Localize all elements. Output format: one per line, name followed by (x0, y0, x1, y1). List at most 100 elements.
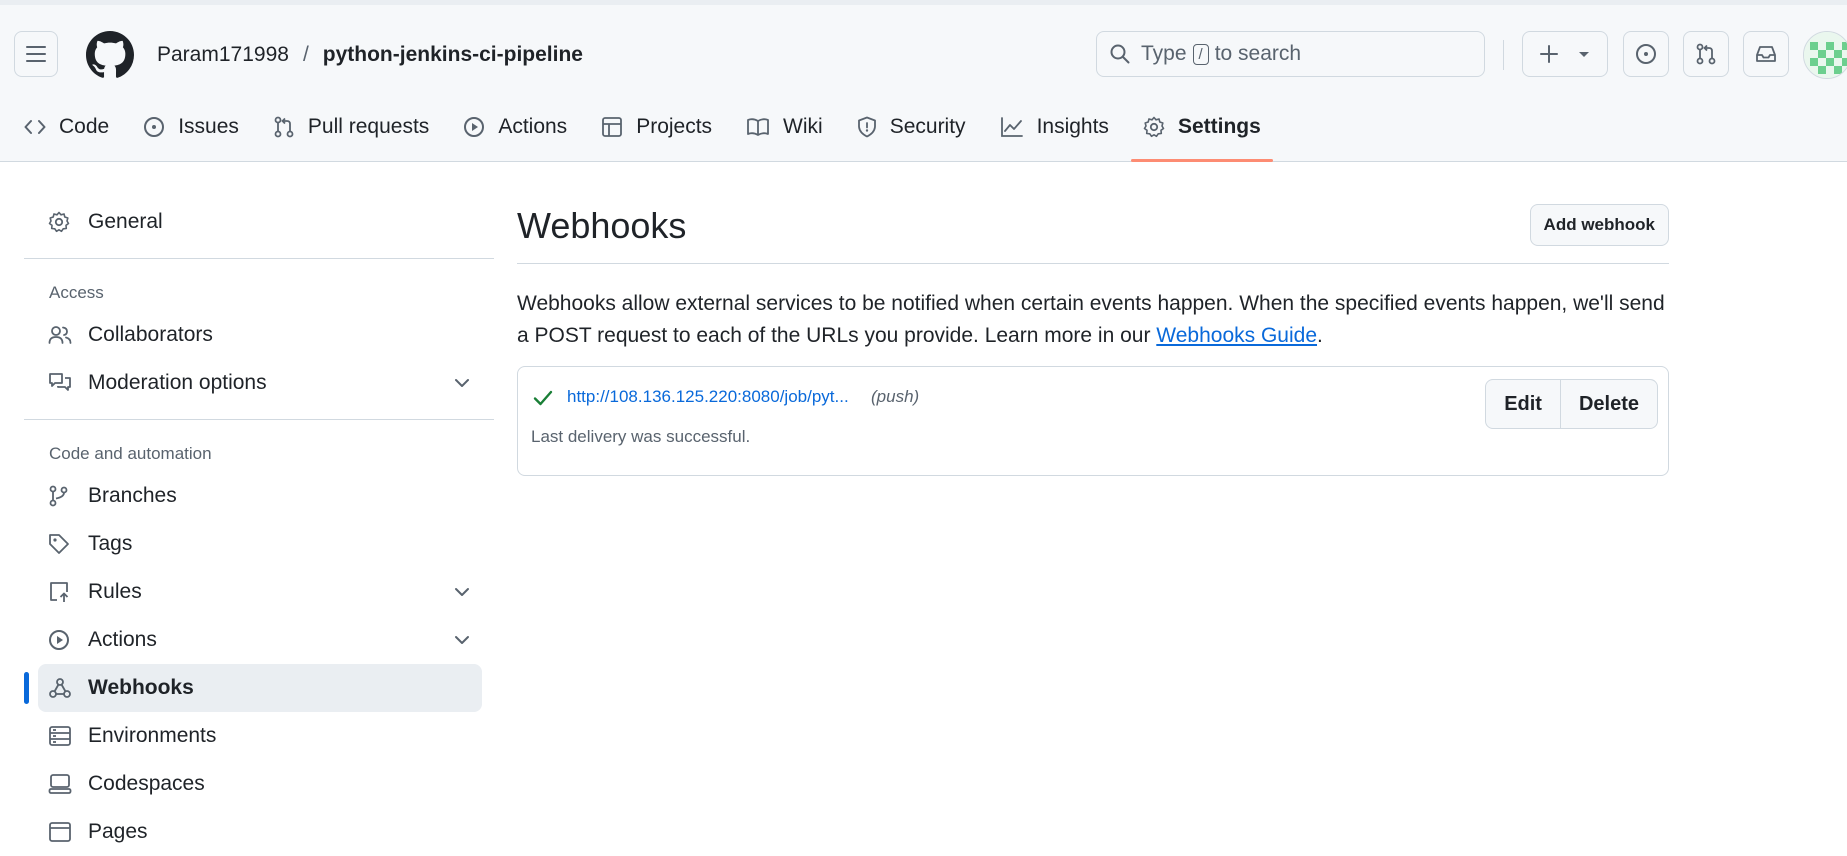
browser-icon (48, 821, 74, 843)
tab-security[interactable]: Security (845, 104, 978, 150)
sidebar-divider (24, 258, 494, 259)
chevron-down-icon (455, 379, 469, 387)
breadcrumb-separator: / (302, 43, 309, 66)
tab-settings[interactable]: Settings (1130, 104, 1273, 162)
search-placeholder: Type / to search (1141, 42, 1301, 66)
inbox-button[interactable] (1743, 31, 1789, 77)
git-pull-request-icon (1696, 43, 1716, 65)
tab-label: Insights (1036, 115, 1109, 138)
issue-opened-icon (1636, 44, 1656, 64)
play-icon (464, 117, 485, 137)
sidebar-item-branches[interactable]: Branches (38, 472, 482, 520)
tab-issues[interactable]: Issues (131, 104, 251, 150)
sidebar-item-codespaces[interactable]: Codespaces (38, 760, 482, 808)
sidebar-item-general[interactable]: General (38, 198, 482, 246)
sidebar-item-label: Collaborators (88, 323, 213, 346)
tab-label: Wiki (783, 115, 823, 138)
table-icon (602, 117, 623, 137)
play-icon (48, 629, 74, 651)
graph-icon (1000, 117, 1023, 137)
description-text: Webhooks allow external services to be n… (517, 292, 1665, 347)
sidebar-item-label: General (88, 210, 163, 233)
comment-discussion-icon (48, 372, 74, 394)
code-icon (24, 120, 46, 134)
sidebar-item-tags[interactable]: Tags (38, 520, 482, 568)
tab-label: Code (59, 115, 110, 138)
top-border (0, 0, 1847, 5)
sidebar-item-environments[interactable]: Environments (38, 712, 482, 760)
sidebar-item-rules[interactable]: Rules (38, 568, 482, 616)
github-logo-icon[interactable] (86, 31, 134, 79)
repo-push-icon (48, 581, 74, 603)
repo-breadcrumb: Param171998 / python-jenkins-ci-pipeline (157, 40, 583, 70)
people-icon (48, 324, 74, 346)
search-icon (1110, 44, 1130, 64)
sidebar-item-pages[interactable]: Pages (38, 808, 482, 856)
repo-name-link[interactable]: python-jenkins-ci-pipeline (323, 43, 583, 67)
git-pull-request-icon (274, 116, 294, 138)
webhook-list-item: http://108.136.125.220:8080/job/pyt... (… (517, 366, 1669, 476)
server-icon (48, 725, 74, 747)
pull-requests-button[interactable] (1683, 31, 1729, 77)
sidebar-item-webhooks[interactable]: Webhooks (24, 664, 482, 712)
create-new-button[interactable] (1522, 31, 1608, 77)
webhook-icon (48, 677, 74, 699)
sidebar-item-label: Branches (88, 484, 177, 507)
webhook-actions: Edit Delete (1485, 379, 1658, 429)
webhook-url-link[interactable]: http://108.136.125.220:8080/job/pyt... (567, 387, 849, 407)
header-divider (1503, 40, 1504, 70)
search-shortcut-key: / (1192, 43, 1209, 65)
repo-owner-link[interactable]: Param171998 (157, 43, 289, 67)
tab-projects[interactable]: Projects (589, 104, 724, 150)
sidebar-item-label: Webhooks (88, 676, 194, 699)
gear-icon (1143, 116, 1165, 138)
gear-icon (48, 211, 74, 233)
edit-button[interactable]: Edit (1486, 380, 1560, 428)
tab-label: Issues (178, 115, 239, 138)
sidebar-item-label: Moderation options (88, 371, 267, 394)
delete-button[interactable]: Delete (1559, 380, 1657, 428)
git-branch-icon (48, 485, 74, 507)
sidebar-heading-access: Access (49, 283, 104, 302)
webhooks-description: Webhooks allow external services to be n… (517, 288, 1669, 352)
tab-code[interactable]: Code (12, 104, 121, 150)
webhook-delivery-status: Last delivery was successful. (531, 427, 751, 446)
triangle-down-icon (1579, 52, 1589, 57)
sidebar-item-label: Environments (88, 724, 217, 747)
tab-pull-requests[interactable]: Pull requests (261, 104, 441, 150)
tab-actions[interactable]: Actions (451, 104, 579, 150)
plus-icon (1540, 45, 1558, 63)
settings-sidebar: General Access Collaborators Moderation … (24, 198, 494, 856)
sidebar-item-label: Actions (88, 628, 157, 651)
webhooks-guide-link[interactable]: Webhooks Guide (1156, 324, 1317, 347)
sidebar-item-moderation-options[interactable]: Moderation options (38, 359, 482, 407)
page-header: Webhooks Add webhook (517, 198, 1669, 264)
issue-opened-icon (144, 117, 165, 137)
book-icon (747, 118, 769, 136)
tab-insights[interactable]: Insights (988, 104, 1121, 150)
search-suffix: to search (1214, 42, 1302, 65)
sidebar-divider (24, 419, 494, 420)
add-webhook-button[interactable]: Add webhook (1529, 204, 1669, 246)
shield-icon (857, 116, 876, 138)
sidebar-item-label: Rules (88, 580, 142, 603)
tab-label: Settings (1177, 115, 1261, 138)
issues-button[interactable] (1623, 31, 1669, 77)
sidebar-item-label: Pages (88, 820, 148, 843)
inbox-icon (1756, 46, 1776, 62)
user-avatar[interactable] (1803, 31, 1847, 79)
tag-icon (48, 533, 74, 555)
app-header: Param171998 / python-jenkins-ci-pipeline… (0, 0, 1847, 162)
tab-wiki[interactable]: Wiki (734, 104, 835, 150)
webhooks-main: Webhooks Add webhook Webhooks allow exte… (517, 198, 1669, 476)
check-icon (533, 390, 553, 406)
sidebar-item-actions[interactable]: Actions (38, 616, 482, 664)
description-end: . (1317, 324, 1323, 347)
search-input[interactable]: Type / to search (1096, 31, 1485, 77)
tab-label: Actions (498, 115, 568, 138)
sidebar-heading-code-automation: Code and automation (49, 444, 212, 463)
webhook-events: (push) (871, 387, 920, 406)
menu-button[interactable] (14, 31, 58, 77)
sidebar-item-collaborators[interactable]: Collaborators (38, 311, 482, 359)
search-prefix: Type (1141, 42, 1187, 65)
